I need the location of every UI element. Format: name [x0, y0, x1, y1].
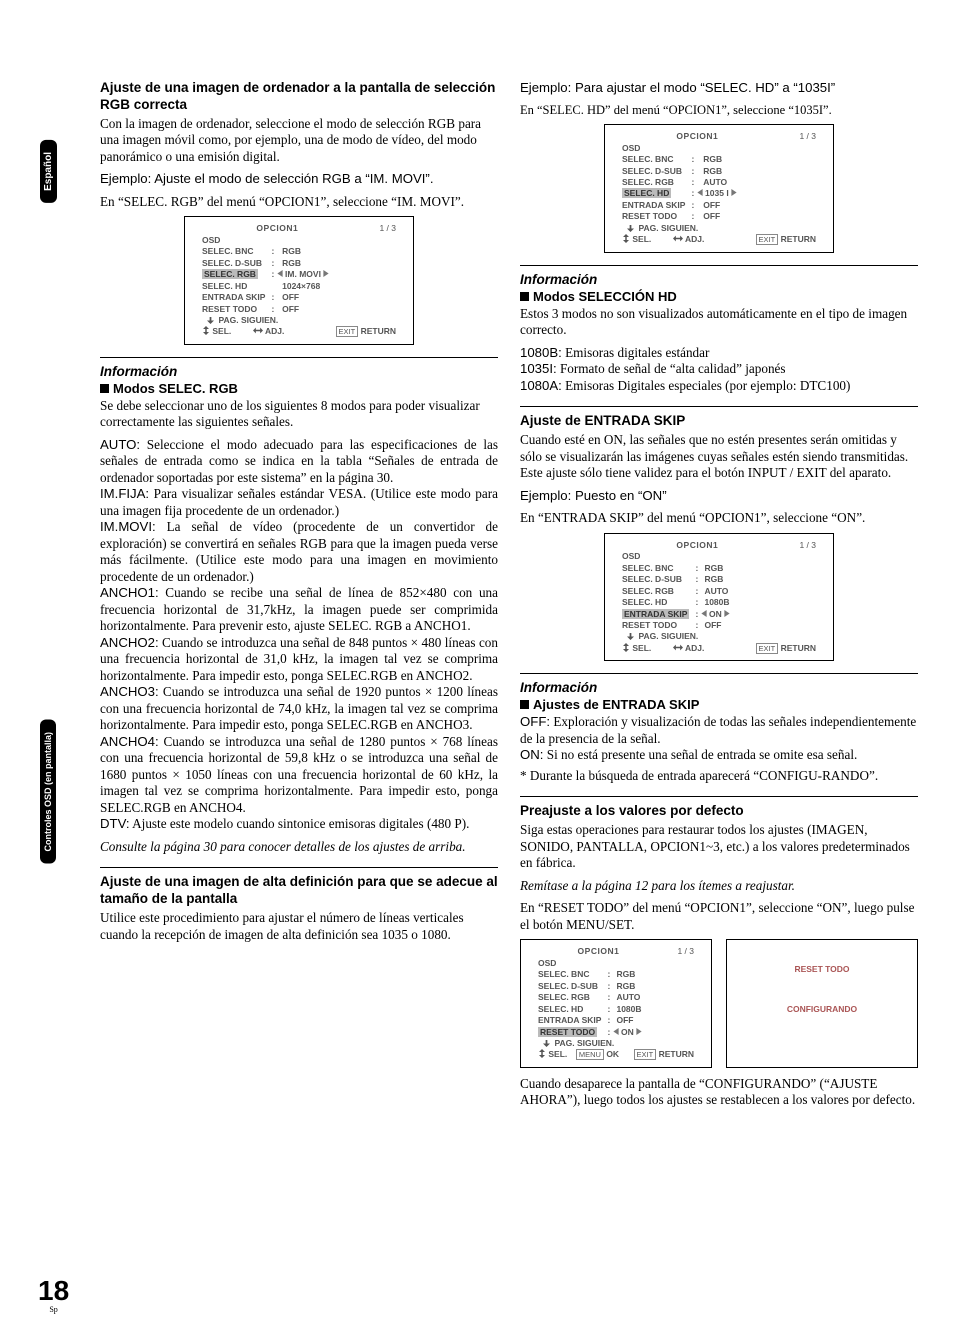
side-tab-language: Español: [40, 140, 57, 203]
paragraph: Se debe seleccionar uno de los siguiente…: [100, 398, 498, 431]
divider: [520, 673, 918, 674]
paragraph: Siga estas operaciones para restaurar to…: [520, 822, 918, 872]
osd-box-result: RESET TODO CONFIGURANDO: [726, 939, 918, 1068]
divider: [520, 796, 918, 797]
paragraph: Consulte la página 30 para conocer detal…: [100, 839, 498, 856]
heading: Ajuste de una imagen de ordenador a la p…: [100, 80, 498, 114]
content-columns: Ajuste de una imagen de ordenador a la p…: [100, 80, 926, 1109]
page-number: 18 Sp: [38, 1275, 69, 1314]
paragraph: Cuando desaparece la pantalla de “CONFIG…: [520, 1076, 918, 1109]
paragraph: En “SELEC. HD” del menú “OPCION1”, selec…: [520, 103, 918, 119]
square-icon: [520, 292, 529, 301]
square-icon: [520, 700, 529, 709]
mode-list: AUTO: Seleccione el modo adecuado para l…: [100, 437, 498, 833]
info-subtitle: Modos SELEC. RGB: [100, 381, 498, 396]
info-title: Información: [520, 272, 918, 287]
osd-rows: OSD SELEC. BNC:RGB SELEC. D-SUB:RGB SELE…: [199, 235, 332, 327]
osd-box: OPCION1 1 / 3 OSD SELEC. BNC:RGB SELEC. …: [520, 124, 918, 253]
osd-box: OPCION1 1 / 3 OSD SELEC. BNC:RGB SELEC. …: [100, 216, 498, 345]
mode-list: 1080B: Emisoras digitales estándar 1035I…: [520, 345, 918, 395]
divider: [520, 265, 918, 266]
info-title: Información: [520, 680, 918, 695]
paragraph: Remítase a la página 12 para los ítemes …: [520, 878, 918, 895]
paragraph: Este ajuste sólo tiene validez para el b…: [520, 465, 918, 482]
right-column: Ejemplo: Para ajustar el modo “SELEC. HD…: [520, 80, 918, 1109]
page-number-big: 18: [38, 1275, 69, 1307]
heading: Preajuste a los valores por defecto: [520, 803, 918, 820]
example-line: Ejemplo: Ajuste el modo de selección RGB…: [100, 171, 498, 188]
info-subtitle: Ajustes de ENTRADA SKIP: [520, 697, 918, 712]
paragraph: En “ENTRADA SKIP” del menú “OPCION1”, se…: [520, 510, 918, 527]
note: * Durante la búsqueda de entrada aparece…: [520, 768, 918, 785]
divider: [520, 406, 918, 407]
page-number-lang: Sp: [49, 1305, 57, 1314]
paragraph: En “SELEC. RGB” del menú “OPCION1”, sele…: [100, 194, 498, 211]
paragraph: Estos 3 modos no son visualizados automá…: [520, 306, 918, 339]
info-title: Información: [100, 364, 498, 379]
square-icon: [100, 384, 109, 393]
left-column: Ajuste de una imagen de ordenador a la p…: [100, 80, 498, 1109]
osd-pair: OPCION1 1 / 3 OSD SELEC. BNC:RGB SELEC. …: [520, 939, 918, 1068]
divider: [100, 867, 498, 868]
mode-list: OFF: Exploración y visualización de toda…: [520, 714, 918, 764]
info-subtitle: Modos SELECCIÓN HD: [520, 289, 918, 304]
osd-box: OPCION1 1 / 3 OSD SELEC. BNC:RGB SELEC. …: [520, 939, 712, 1068]
heading: Ajuste de ENTRADA SKIP: [520, 413, 918, 430]
heading: Ajuste de una imagen de alta definición …: [100, 874, 498, 908]
osd-ratio: 1 / 3: [340, 223, 399, 234]
paragraph: En “RESET TODO” del menú “OPCION1”, sele…: [520, 900, 918, 933]
osd-box: OPCION1 1 / 3 OSD SELEC. BNC:RGB SELEC. …: [520, 533, 918, 662]
paragraph: Con la imagen de ordenador, seleccione e…: [100, 116, 498, 166]
example-line: Ejemplo: Para ajustar el modo “SELEC. HD…: [520, 80, 918, 97]
side-tab-section: Controles OSD (en pantalla): [40, 720, 56, 864]
paragraph: Utilice este procedimiento para ajustar …: [100, 910, 498, 943]
divider: [100, 357, 498, 358]
example-line: Ejemplo: Puesto en “ON”: [520, 488, 918, 505]
paragraph: Cuando esté en ON, las señales que no es…: [520, 432, 918, 465]
osd-title: OPCION1: [215, 223, 340, 234]
